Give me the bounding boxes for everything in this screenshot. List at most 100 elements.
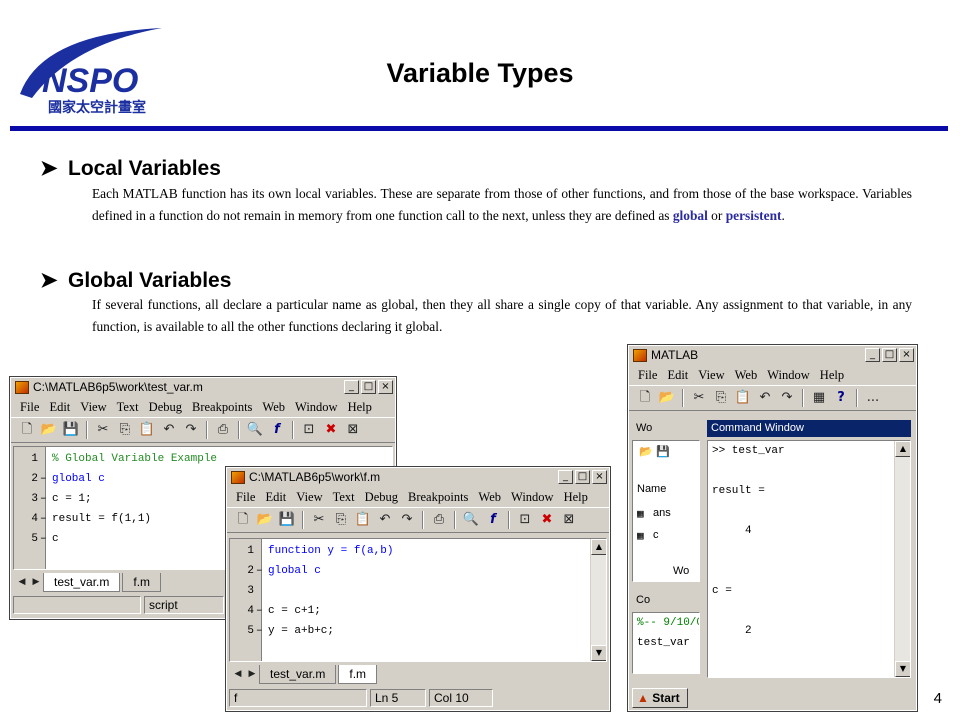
workspace-var-ans[interactable]: ans <box>653 507 671 519</box>
find-icon[interactable]: 🔍 <box>245 420 265 440</box>
editor1-titlebar[interactable]: C:\MATLAB6p5\work\test_var.m _ □ × <box>11 378 395 397</box>
function-icon[interactable]: f <box>267 420 287 440</box>
menu-file[interactable]: File <box>231 487 260 507</box>
save-icon[interactable]: 💾 <box>61 420 81 440</box>
new-file-icon[interactable]: 🗋 <box>635 388 655 408</box>
print-icon[interactable]: ⎙ <box>429 510 449 530</box>
clear-breakpoint-icon[interactable]: ✖ <box>321 420 341 440</box>
menu-edit[interactable]: Edit <box>44 397 75 417</box>
open-folder-icon[interactable]: 📂 <box>255 510 275 530</box>
workspace-pane[interactable]: 📂 💾 Name ▦ ans ▦ c Wo <box>632 440 700 582</box>
breakpoint-dash[interactable]: – <box>40 513 47 525</box>
scroll-down-icon[interactable]: ▼ <box>591 645 606 661</box>
editor2-code-area[interactable]: 1 function y = f(a,b) 2 – global c 3 4 –… <box>229 538 607 662</box>
open-folder-icon[interactable]: 📂 <box>39 420 59 440</box>
editor-window-f[interactable]: C:\MATLAB6p5\work\f.m _ □ × File Edit Vi… <box>225 466 611 712</box>
breakpoint-dash[interactable]: – <box>40 493 47 505</box>
history-line[interactable]: %-- 9/10/0 <box>637 617 699 629</box>
copy-icon[interactable]: ⎘ <box>711 388 731 408</box>
minimize-button[interactable]: _ <box>558 470 573 484</box>
matlab-titlebar[interactable]: MATLAB _ □ × <box>629 346 916 365</box>
tab-scroll-right-icon[interactable]: ▶ <box>29 572 43 592</box>
cut-icon[interactable]: ✂ <box>309 510 329 530</box>
function-icon[interactable]: f <box>483 510 503 530</box>
undo-icon[interactable]: ↶ <box>755 388 775 408</box>
command-history-pane[interactable]: %-- 9/10/0 test_var <box>632 612 700 674</box>
menu-file[interactable]: File <box>633 365 662 385</box>
help-icon[interactable]: ? <box>831 388 851 408</box>
maximize-button[interactable]: □ <box>361 380 376 394</box>
menu-help[interactable]: Help <box>559 487 593 507</box>
copy-icon[interactable]: ⎘ <box>115 420 135 440</box>
menu-window[interactable]: Window <box>506 487 559 507</box>
redo-icon[interactable]: ↷ <box>397 510 417 530</box>
tab-scroll-left-icon[interactable]: ◀ <box>15 572 29 592</box>
menu-view[interactable]: View <box>75 397 111 417</box>
menu-window[interactable]: Window <box>290 397 343 417</box>
paste-icon[interactable]: 📋 <box>353 510 373 530</box>
stop-icon[interactable]: ⊠ <box>343 420 363 440</box>
redo-icon[interactable]: ↷ <box>777 388 797 408</box>
set-breakpoint-icon[interactable]: ⊡ <box>299 420 319 440</box>
stop-icon[interactable]: ⊠ <box>559 510 579 530</box>
new-file-icon[interactable]: 🗋 <box>233 510 253 530</box>
minimize-button[interactable]: _ <box>865 348 880 362</box>
tab-test-var[interactable]: test_var.m <box>43 573 121 592</box>
simulink-icon[interactable]: ▦ <box>809 388 829 408</box>
breakpoint-dash[interactable]: – <box>40 473 47 485</box>
menu-web[interactable]: Web <box>473 487 506 507</box>
menu-edit[interactable]: Edit <box>260 487 291 507</box>
scroll-down-icon[interactable]: ▼ <box>895 661 910 677</box>
menu-text[interactable]: Text <box>112 397 144 417</box>
close-button[interactable]: × <box>592 470 607 484</box>
find-icon[interactable]: 🔍 <box>461 510 481 530</box>
undo-icon[interactable]: ↶ <box>375 510 395 530</box>
menu-edit[interactable]: Edit <box>662 365 693 385</box>
minimize-button[interactable]: _ <box>344 380 359 394</box>
breakpoint-dash[interactable]: – <box>256 625 263 637</box>
workspace-name-header[interactable]: Name <box>637 483 666 495</box>
open-var-icon[interactable]: 📂 💾 <box>639 445 670 458</box>
history-line[interactable]: test_var <box>637 637 690 649</box>
set-breakpoint-icon[interactable]: ⊡ <box>515 510 535 530</box>
menu-file[interactable]: File <box>15 397 44 417</box>
tab-f[interactable]: f.m <box>338 665 378 684</box>
close-button[interactable]: × <box>899 348 914 362</box>
command-window-pane[interactable]: >> test_var result = 4 c = 2 ▲ ▼ <box>707 440 911 678</box>
browse-button[interactable]: ... <box>863 388 883 408</box>
copy-icon[interactable]: ⎘ <box>331 510 351 530</box>
menu-debug[interactable]: Debug <box>144 397 187 417</box>
redo-icon[interactable]: ↷ <box>181 420 201 440</box>
paste-icon[interactable]: 📋 <box>733 388 753 408</box>
menu-web[interactable]: Web <box>257 397 290 417</box>
workspace-tab[interactable]: Wo <box>673 565 689 577</box>
menu-breakpoints[interactable]: Breakpoints <box>403 487 473 507</box>
tab-scroll-left-icon[interactable]: ◀ <box>231 664 245 684</box>
command-window-scrollbar[interactable]: ▲ ▼ <box>894 441 910 677</box>
tab-f[interactable]: f.m <box>122 573 162 592</box>
editor2-titlebar[interactable]: C:\MATLAB6p5\work\f.m _ □ × <box>227 468 609 487</box>
workspace-var-c[interactable]: c <box>653 529 659 541</box>
tab-scroll-right-icon[interactable]: ▶ <box>245 664 259 684</box>
undo-icon[interactable]: ↶ <box>159 420 179 440</box>
matlab-desktop-window[interactable]: MATLAB _ □ × File Edit View Web Window H… <box>627 344 918 712</box>
maximize-button[interactable]: □ <box>575 470 590 484</box>
close-button[interactable]: × <box>378 380 393 394</box>
breakpoint-dash[interactable]: – <box>256 605 263 617</box>
scroll-up-icon[interactable]: ▲ <box>591 539 606 555</box>
tab-test-var[interactable]: test_var.m <box>259 665 337 684</box>
menu-text[interactable]: Text <box>328 487 360 507</box>
maximize-button[interactable]: □ <box>882 348 897 362</box>
new-file-icon[interactable]: 🗋 <box>17 420 37 440</box>
open-folder-icon[interactable]: 📂 <box>657 388 677 408</box>
command-window-title[interactable]: Command Window <box>707 420 911 437</box>
menu-breakpoints[interactable]: Breakpoints <box>187 397 257 417</box>
history-panel-title[interactable]: Co <box>632 592 702 609</box>
print-icon[interactable]: ⎙ <box>213 420 233 440</box>
start-button[interactable]: ▲ Start <box>632 688 688 708</box>
menu-window[interactable]: Window <box>762 365 815 385</box>
menu-view[interactable]: View <box>693 365 729 385</box>
paste-icon[interactable]: 📋 <box>137 420 157 440</box>
scroll-up-icon[interactable]: ▲ <box>895 441 910 457</box>
menu-debug[interactable]: Debug <box>360 487 403 507</box>
